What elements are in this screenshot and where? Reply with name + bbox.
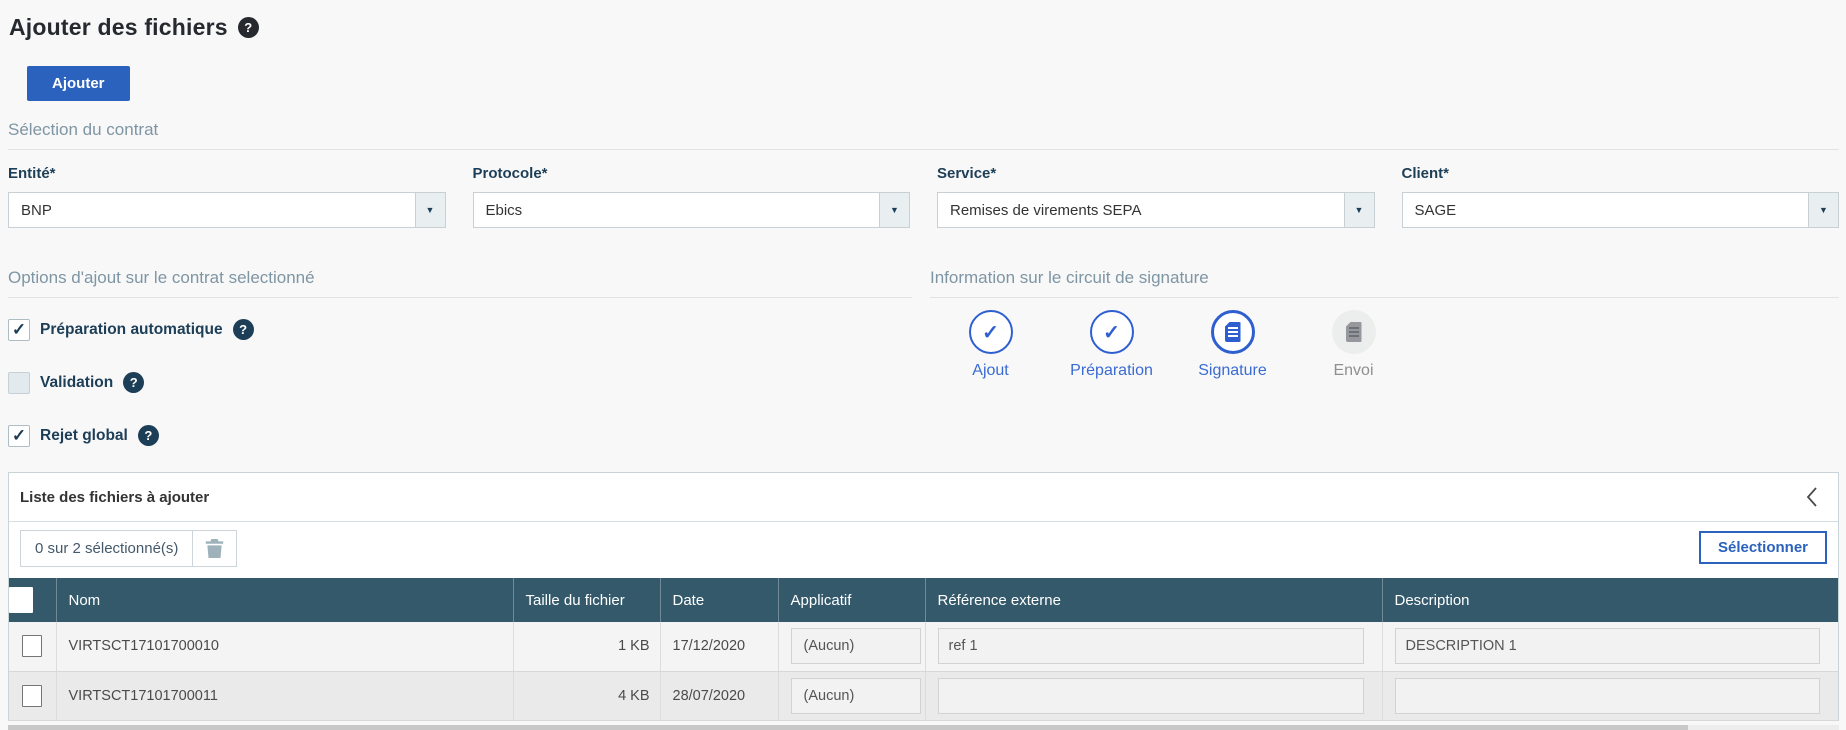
entite-label: Entité* — [8, 165, 446, 182]
circuit-step-ajout: ✓ Ajout — [930, 310, 1051, 380]
cell-date: 28/07/2020 — [660, 671, 778, 720]
select-files-button[interactable]: Sélectionner — [1699, 531, 1827, 564]
service-label: Service* — [937, 165, 1375, 182]
selection-box: 0 sur 2 sélectionné(s) — [20, 530, 237, 567]
reference-input[interactable] — [938, 628, 1364, 664]
field-client: Client* SAGE ▼ — [1402, 165, 1840, 228]
table-row: VIRTSCT17101700011 4 KB 28/07/2020 (Aucu… — [9, 671, 1838, 720]
service-select[interactable]: Remises de virements SEPA ▼ — [937, 192, 1375, 228]
cell-size: 1 KB — [513, 622, 660, 671]
help-icon[interactable]: ? — [138, 425, 159, 446]
option-validation: Validation ? — [8, 371, 912, 394]
option-preparation-automatique: ✓ Préparation automatique ? — [8, 318, 912, 341]
chevron-down-icon[interactable]: ▼ — [415, 193, 445, 227]
horizontal-scrollbar[interactable] — [8, 725, 1839, 730]
description-input[interactable] — [1395, 628, 1821, 664]
column-header-date[interactable]: Date — [660, 578, 778, 622]
trash-icon — [205, 538, 224, 559]
circuit-step-signature: Signature — [1172, 310, 1293, 380]
signature-circuit: ✓ Ajout ✓ Préparation Signature Envoi — [930, 310, 1839, 380]
files-toolbar: 0 sur 2 sélectionné(s) Sélectionner — [9, 522, 1838, 578]
files-panel: Liste des fichiers à ajouter 0 sur 2 sél… — [8, 472, 1839, 721]
delete-button[interactable] — [193, 538, 236, 559]
chevron-down-icon[interactable]: ▼ — [1808, 193, 1838, 227]
add-button[interactable]: Ajouter — [27, 66, 130, 101]
cell-name: VIRTSCT17101700010 — [56, 622, 513, 671]
circuit-section-heading: Information sur le circuit de signature — [930, 268, 1839, 298]
protocole-select-value: Ebics — [474, 193, 880, 227]
chevron-left-icon — [1805, 486, 1819, 508]
contract-section-heading: Sélection du contrat — [8, 120, 1839, 150]
entite-select[interactable]: BNP ▼ — [8, 192, 446, 228]
column-header-reference[interactable]: Référence externe — [925, 578, 1382, 622]
chevron-down-icon[interactable]: ▼ — [879, 193, 909, 227]
chevron-down-icon[interactable]: ▼ — [1344, 193, 1374, 227]
document-circle-icon — [1332, 310, 1376, 354]
scrollbar-thumb[interactable] — [8, 725, 1688, 730]
options-section-heading: Options d'ajout sur le contrat selection… — [8, 268, 912, 298]
field-entite: Entité* BNP ▼ — [8, 165, 446, 228]
protocole-select[interactable]: Ebics ▼ — [473, 192, 911, 228]
client-label: Client* — [1402, 165, 1840, 182]
service-select-value: Remises de virements SEPA — [938, 193, 1344, 227]
check-circle-icon: ✓ — [969, 310, 1013, 354]
column-header-description[interactable]: Description — [1382, 578, 1838, 622]
row-checkbox[interactable] — [22, 635, 42, 657]
description-input[interactable] — [1395, 678, 1821, 714]
document-icon — [1346, 322, 1362, 342]
files-table: Nom Taille du fichier Date Applicatif Ré… — [9, 578, 1838, 721]
select-all-checkbox[interactable] — [9, 587, 33, 613]
circuit-step-preparation: ✓ Préparation — [1051, 310, 1172, 380]
help-icon[interactable]: ? — [238, 17, 259, 38]
collapse-panel-button[interactable] — [1805, 486, 1819, 508]
field-protocole: Protocole* Ebics ▼ — [473, 165, 911, 228]
check-circle-icon: ✓ — [1090, 310, 1134, 354]
options-section: Options d'ajout sur le contrat selection… — [8, 268, 912, 447]
circuit-step-label: Signature — [1198, 362, 1267, 380]
validation-label: Validation — [40, 374, 113, 392]
circuit-step-label: Envoi — [1333, 362, 1373, 380]
applicatif-select[interactable]: (Aucun) — [791, 678, 921, 714]
client-select[interactable]: SAGE ▼ — [1402, 192, 1840, 228]
preparation-automatique-label: Préparation automatique — [40, 321, 223, 339]
rejet-global-label: Rejet global — [40, 427, 128, 445]
column-header-applicatif[interactable]: Applicatif — [778, 578, 925, 622]
cell-date: 17/12/2020 — [660, 622, 778, 671]
help-icon[interactable]: ? — [123, 372, 144, 393]
page-title: Ajouter des fichiers — [9, 14, 228, 41]
circuit-step-envoi: Envoi — [1293, 310, 1414, 380]
files-panel-header: Liste des fichiers à ajouter — [9, 473, 1838, 522]
rejet-global-checkbox[interactable]: ✓ — [8, 425, 30, 447]
entite-select-value: BNP — [9, 193, 415, 227]
applicatif-select[interactable]: (Aucun) — [791, 628, 921, 664]
document-icon — [1225, 322, 1241, 342]
cell-name: VIRTSCT17101700011 — [56, 671, 513, 720]
circuit-step-label: Préparation — [1070, 362, 1153, 380]
document-circle-icon — [1211, 310, 1255, 354]
table-header-row: Nom Taille du fichier Date Applicatif Ré… — [9, 578, 1838, 622]
table-row: VIRTSCT17101700010 1 KB 17/12/2020 (Aucu… — [9, 622, 1838, 671]
validation-checkbox[interactable] — [8, 372, 30, 394]
column-header-nom[interactable]: Nom — [56, 578, 513, 622]
column-header-taille[interactable]: Taille du fichier — [513, 578, 660, 622]
circuit-step-label: Ajout — [972, 362, 1008, 380]
reference-input[interactable] — [938, 678, 1364, 714]
help-icon[interactable]: ? — [233, 319, 254, 340]
page-header: Ajouter des fichiers ? — [9, 14, 1839, 41]
row-checkbox[interactable] — [22, 685, 42, 707]
selection-count: 0 sur 2 sélectionné(s) — [21, 540, 192, 557]
preparation-automatique-checkbox[interactable]: ✓ — [8, 319, 30, 341]
protocole-label: Protocole* — [473, 165, 911, 182]
option-rejet-global: ✓ Rejet global ? — [8, 424, 912, 447]
client-select-value: SAGE — [1403, 193, 1809, 227]
contract-section: Sélection du contrat Entité* BNP ▼ Proto… — [8, 120, 1839, 228]
circuit-section: Information sur le circuit de signature … — [930, 268, 1839, 447]
files-panel-title: Liste des fichiers à ajouter — [20, 489, 209, 506]
cell-size: 4 KB — [513, 671, 660, 720]
field-service: Service* Remises de virements SEPA ▼ — [937, 165, 1375, 228]
